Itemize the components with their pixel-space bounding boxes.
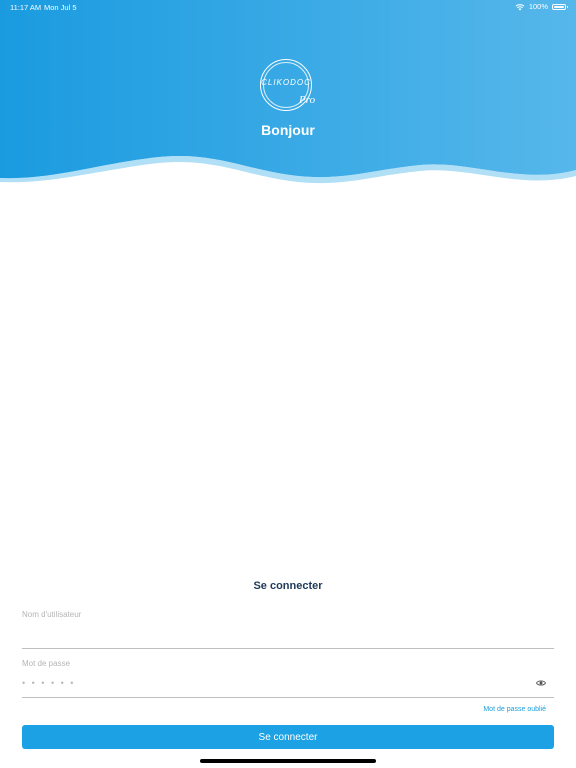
forgot-password-link[interactable]: Mot de passe oublié xyxy=(483,706,546,713)
greeting-title: Bonjour xyxy=(261,122,315,138)
password-field[interactable]: Mot de passe xyxy=(22,659,554,698)
password-input[interactable] xyxy=(22,675,522,691)
battery-icon xyxy=(552,3,568,10)
status-date: Mon Jul 5 xyxy=(44,3,77,12)
password-label: Mot de passe xyxy=(22,659,71,668)
username-input[interactable] xyxy=(22,626,522,642)
status-time: 11:17 AM xyxy=(10,3,42,12)
clikodoc-logo: CLIKODOC Pro xyxy=(260,59,316,111)
username-field[interactable]: Nom d'utilisateur xyxy=(22,610,554,649)
login-button[interactable]: Se connecter xyxy=(22,725,554,749)
logo-subtext: Pro xyxy=(299,94,316,106)
form-title: Se connecter xyxy=(253,580,323,592)
eye-icon[interactable] xyxy=(536,679,546,687)
wifi-icon xyxy=(515,3,525,10)
battery-percent: 100% xyxy=(528,2,548,11)
status-indicators: 100% xyxy=(515,2,568,11)
username-label: Nom d'utilisateur xyxy=(22,610,82,619)
login-screen: 11:17 AM Mon Jul 5 100% CLIKODOC Pro Bon… xyxy=(0,0,576,768)
logo-text: CLIKODOC xyxy=(261,78,311,87)
home-indicator xyxy=(200,759,376,763)
status-bar: 11:17 AM Mon Jul 5 100% xyxy=(0,0,576,14)
